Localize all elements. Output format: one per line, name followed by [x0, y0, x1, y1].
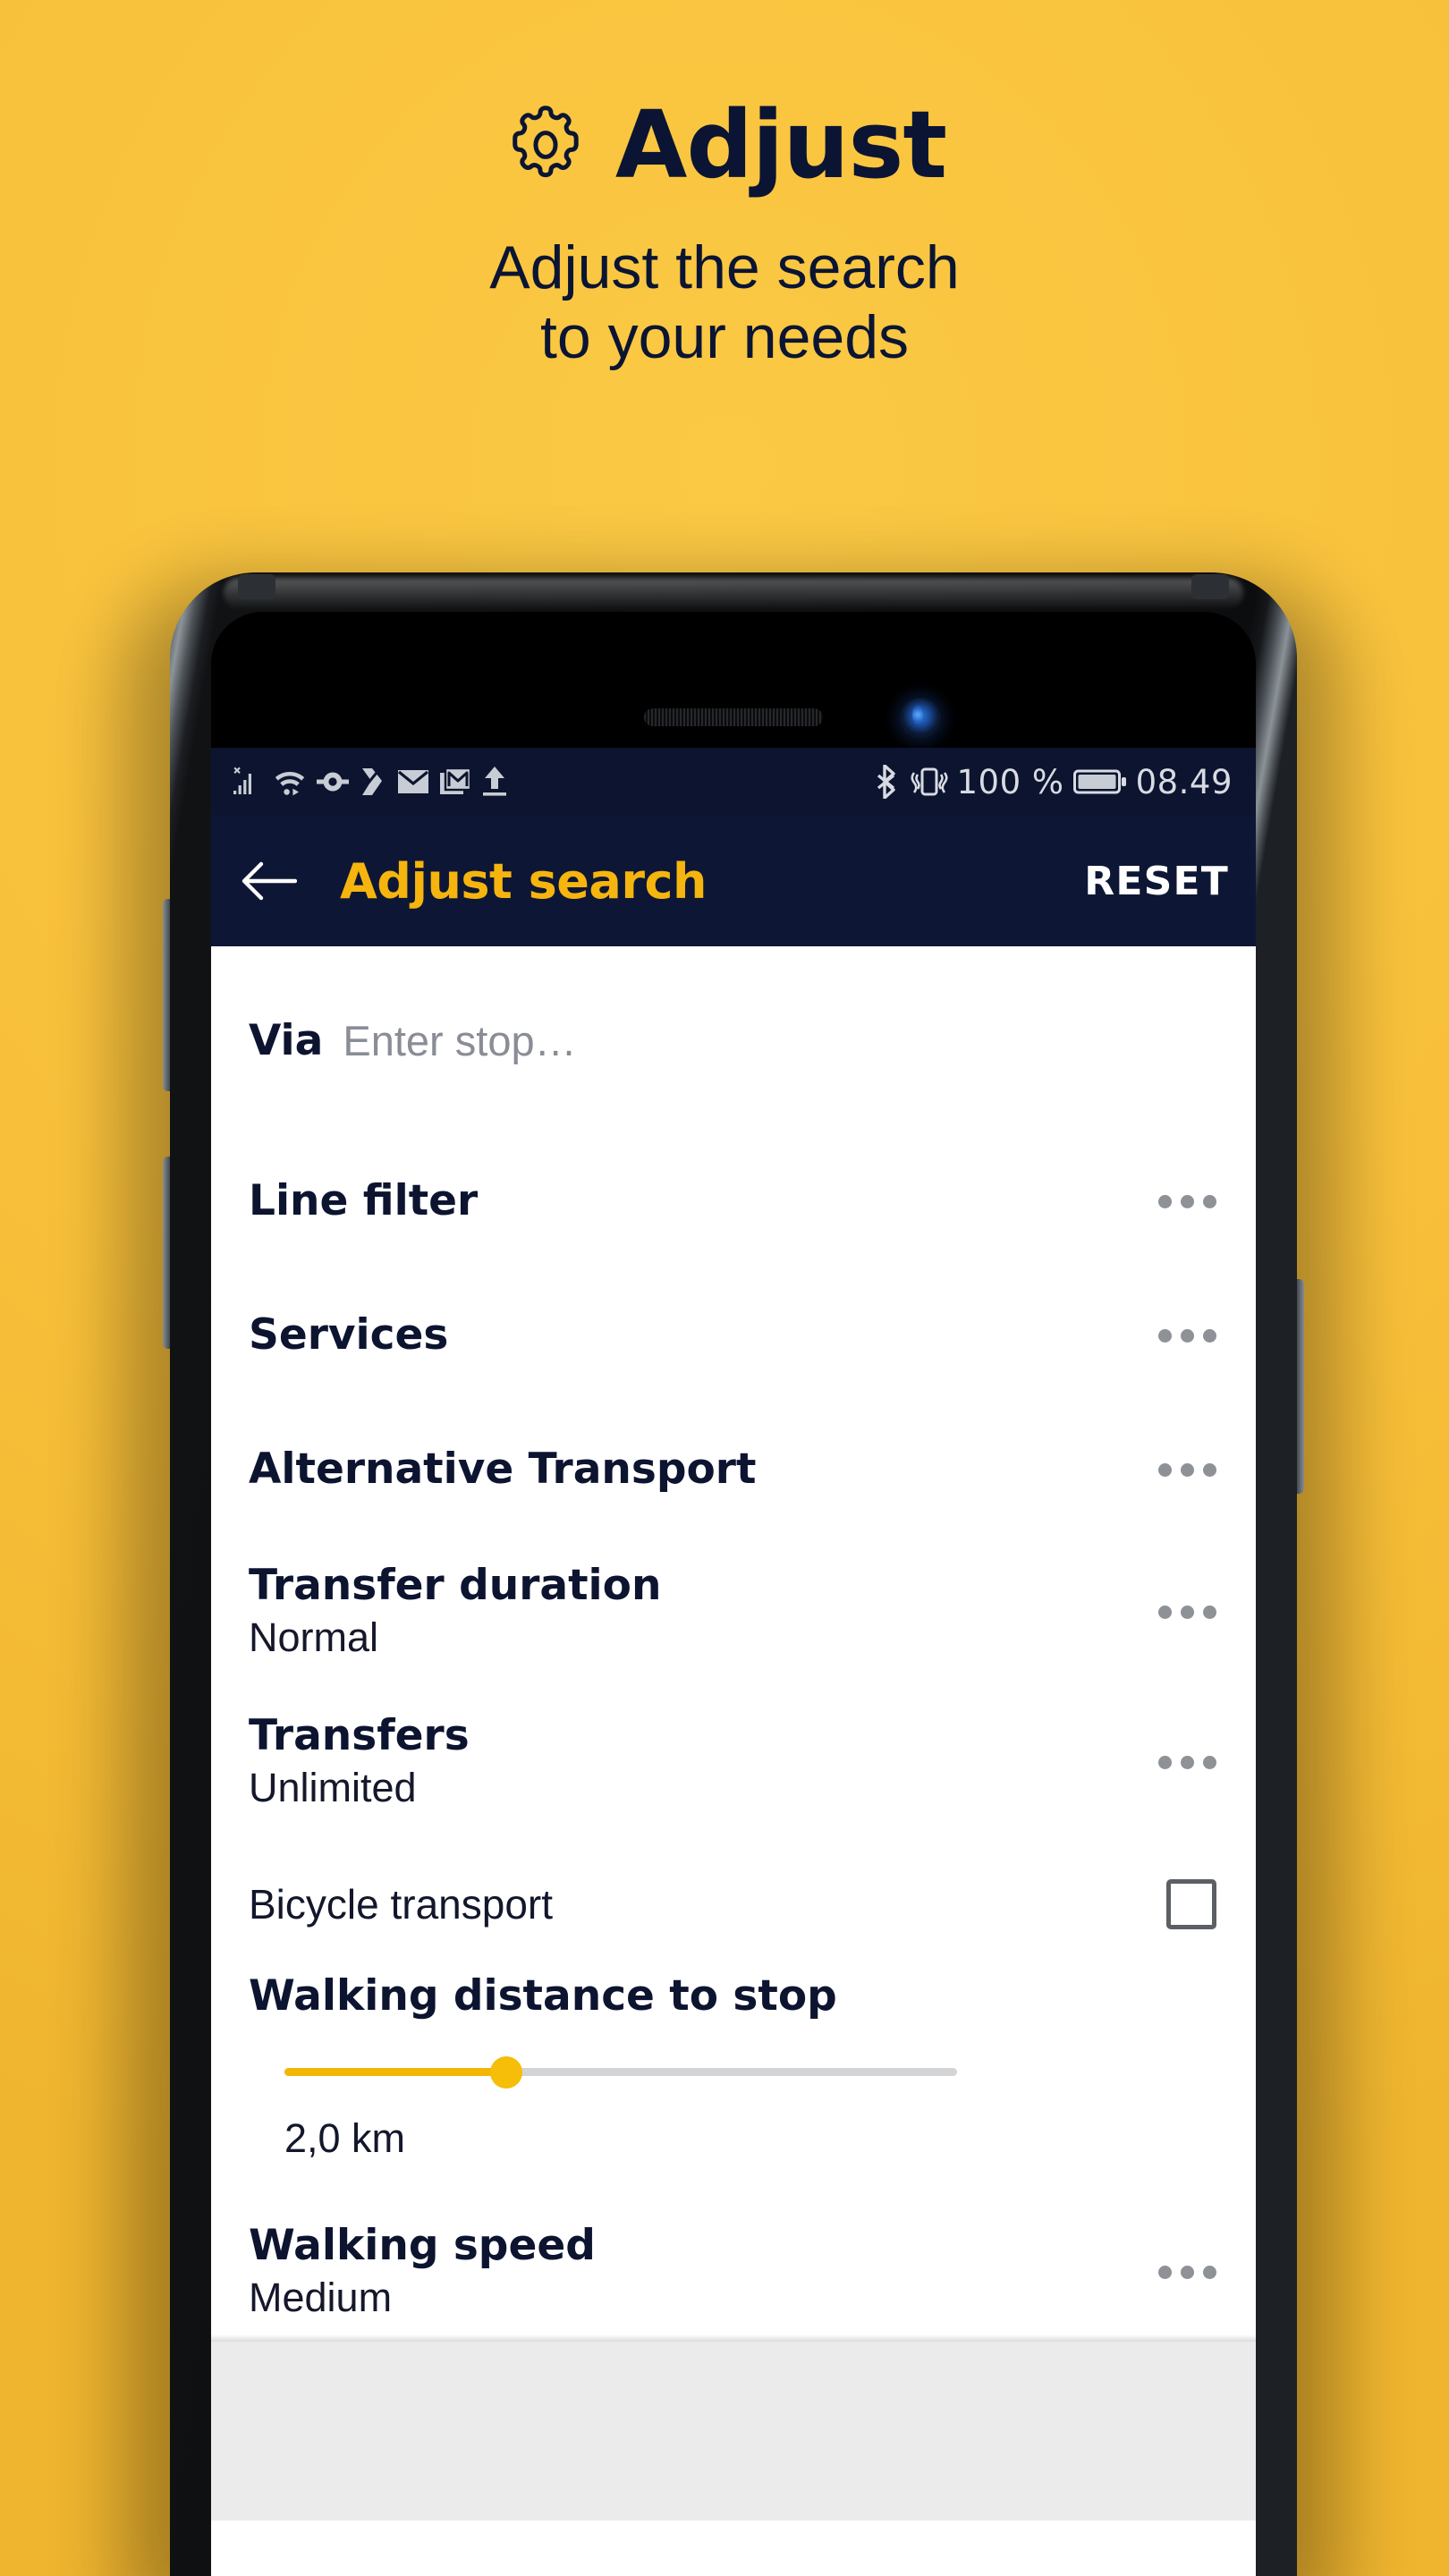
upload-icon [483, 767, 506, 796]
walking-distance-slider[interactable] [284, 2056, 957, 2089]
arrow-left-icon[interactable] [242, 860, 297, 902]
hero-title-row: Adjust [0, 0, 1449, 191]
bezel-highlight [224, 578, 1243, 608]
list-item-subtitle: Normal [249, 1614, 379, 1660]
list-item-subtitle: Unlimited [249, 1764, 417, 1810]
list-item-transfers[interactable]: Transfers Unlimited [211, 1687, 1256, 1837]
list-item-title: Alternative Transport [249, 1445, 757, 1495]
settings-list: Via Enter stop… Line filter Services Alt… [211, 946, 1256, 2342]
phone-screen: 100 % 08.49 Adjust search RESET Via Ente… [211, 748, 1256, 2576]
content-bottom-shadow [211, 2334, 1256, 2342]
walking-distance-block: Walking distance to stop 2,0 km [211, 1971, 1256, 2162]
list-item-services[interactable]: Services [211, 1268, 1256, 1402]
overflow-menu-icon[interactable] [1140, 1194, 1216, 1208]
bezel-notch-right [1191, 574, 1229, 599]
gear-icon [513, 106, 579, 178]
list-item-subtitle: Medium [249, 2274, 393, 2320]
list-item-title: Walking speed [249, 2221, 596, 2271]
phone-mockup: 100 % 08.49 Adjust search RESET Via Ente… [123, 572, 1340, 2576]
status-bar-right-icons: 100 % 08.49 [877, 763, 1233, 801]
hero-subtitle: Adjust the search to your needs [0, 233, 1449, 372]
app-bar: Adjust search RESET [211, 816, 1256, 946]
signal-bars-no-service-icon [233, 767, 251, 794]
list-item-text: Alternative Transport [249, 1446, 756, 1493]
status-bar-left-icons [231, 766, 508, 798]
list-item-text: Line filter [249, 1178, 478, 1224]
list-item-title: Line filter [249, 1176, 479, 1226]
bezel-notch-left [238, 574, 275, 599]
walking-distance-label: Walking distance to stop [249, 1971, 837, 2021]
download-complete-icon [362, 768, 382, 795]
list-item-text: Transfers Unlimited [249, 1713, 470, 1810]
battery-percent-label: 100 % [956, 762, 1064, 801]
overflow-menu-icon[interactable] [1140, 1755, 1216, 1769]
list-item-text: Services [249, 1312, 448, 1359]
list-item-title: Transfer duration [249, 1561, 662, 1611]
email-icon [397, 770, 429, 793]
camera-lens-glint [912, 705, 923, 724]
via-input[interactable]: Enter stop… [343, 1016, 576, 1065]
slider-thumb[interactable] [490, 2056, 523, 2089]
hero-section: Adjust Adjust the search to your needs [0, 0, 1449, 372]
via-label: Via [249, 1015, 324, 1065]
overflow-menu-icon[interactable] [1140, 1605, 1216, 1619]
phone-glass: 100 % 08.49 Adjust search RESET Via Ente… [211, 612, 1256, 2576]
hero-subtitle-line-1: Adjust the search [489, 233, 960, 301]
list-item-title: Services [249, 1310, 449, 1360]
promo-screenshot: Adjust Adjust the search to your needs 1… [0, 0, 1449, 2576]
overflow-menu-icon[interactable] [1140, 2265, 1216, 2279]
list-item-text: Walking speed Medium [249, 2223, 596, 2320]
slider-fill [284, 2068, 507, 2076]
clock-label: 08.49 [1135, 762, 1233, 801]
location-gps-icon [317, 772, 349, 792]
list-item-text: Transfer duration Normal [249, 1563, 661, 1660]
overflow-menu-icon[interactable] [1140, 1328, 1216, 1343]
vibrate-icon [910, 767, 948, 796]
list-item-bicycle-transport[interactable]: Bicycle transport [211, 1837, 1256, 1971]
phone-body: 100 % 08.49 Adjust search RESET Via Ente… [170, 572, 1297, 2576]
wifi-icon [275, 772, 305, 796]
hero-subtitle-line-2: to your needs [539, 303, 910, 372]
footer-area [211, 2342, 1256, 2521]
bicycle-transport-label: Bicycle transport [249, 1881, 554, 1928]
list-item-line-filter[interactable]: Line filter [211, 1134, 1256, 1268]
status-bar: 100 % 08.49 [211, 748, 1256, 816]
walking-distance-value: 2,0 km [284, 2115, 406, 2161]
page-title: Adjust search [340, 852, 707, 910]
hero-title: Adjust [614, 90, 947, 199]
overflow-menu-icon[interactable] [1140, 1462, 1216, 1477]
list-item-walking-speed[interactable]: Walking speed Medium [211, 2187, 1256, 2357]
bicycle-transport-checkbox[interactable] [1166, 1879, 1216, 1929]
reset-button[interactable]: RESET [1084, 859, 1229, 904]
list-item-transfer-duration[interactable]: Transfer duration Normal [211, 1537, 1256, 1687]
list-item-title: Transfers [249, 1711, 470, 1761]
via-row[interactable]: Via Enter stop… [211, 946, 1256, 1134]
earpiece-speaker [644, 708, 823, 726]
battery-full-icon [1072, 769, 1126, 794]
bluetooth-icon [877, 765, 895, 799]
gmail-icon [440, 767, 471, 794]
list-item-alternative-transport[interactable]: Alternative Transport [211, 1402, 1256, 1537]
